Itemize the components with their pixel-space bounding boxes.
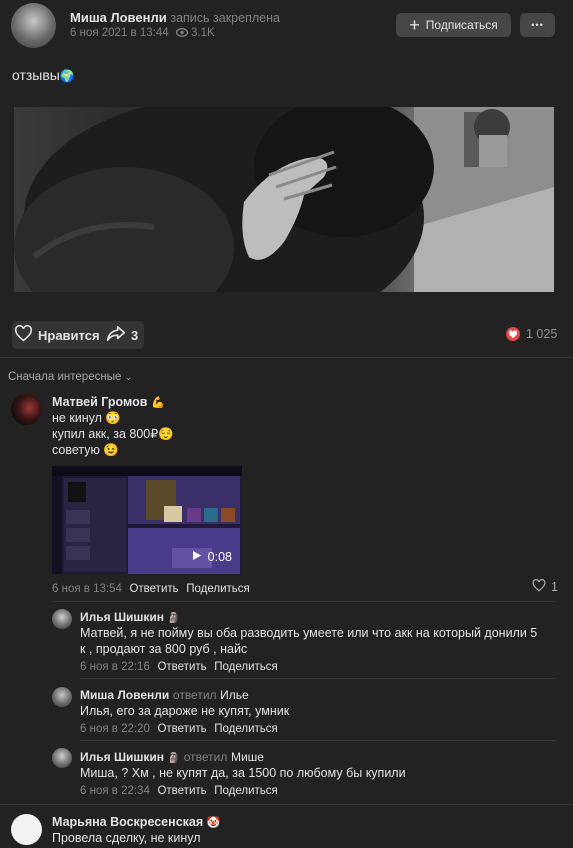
reply-author[interactable]: Илья Шишкин [80,750,164,764]
reply-author[interactable]: Миша Ловенли [80,688,169,702]
replied-to-label: ответил [172,688,217,702]
post-photo[interactable] [14,107,554,292]
replied-to-name[interactable]: Илье [220,688,249,702]
reply-author[interactable]: Илья Шишкин [80,610,164,624]
reply-link[interactable]: Ответить [157,723,206,735]
like-label: Нравится [38,327,100,343]
divider [52,601,556,602]
plus-icon: + [409,15,420,35]
author-emoji: 🗿 [167,753,181,764]
reply-link[interactable]: Ответить [157,785,206,797]
reply-avatar[interactable] [52,687,72,707]
heart-filled-icon [506,327,520,341]
post-text-emoji: 🌍 [59,69,75,83]
comment-line: купил акк, за 800₽😌 [52,427,174,441]
post-date[interactable]: 6 ноя 2021 в 13:44 [70,27,169,39]
share-arrow-icon [106,325,126,345]
reply-avatar[interactable] [52,609,72,629]
comment-author[interactable]: Матвей Громов [52,395,147,409]
like-button[interactable]: Нравится [14,322,100,348]
share-link[interactable]: Поделиться [186,583,250,595]
author-avatar[interactable] [11,3,56,48]
comment-line: советую 😉 [52,443,119,457]
share-button[interactable]: 3 [106,322,142,348]
reply-text: Матвей, я не пойму вы оба разводить умее… [80,626,538,656]
comment-line: не кинул 😳 [52,411,121,425]
heart-outline-icon [532,578,546,595]
more-dots-icon: ••• [531,20,544,30]
reply-date[interactable]: 6 ноя в 22:20 [80,723,150,735]
post-author-name[interactable]: Миша Ловенли [70,10,167,25]
reply-date[interactable]: 6 ноя в 22:34 [80,785,150,797]
comment-like-count: 1 [551,580,558,594]
pinned-label: запись закреплена [170,11,280,25]
post-text: отзывы [12,67,60,83]
eye-icon [175,27,191,39]
chevron-down-icon: ⌄ [124,372,133,382]
subscribe-label: Подписаться [425,18,498,32]
comment-like-button[interactable]: 1 [532,578,558,595]
divider [0,804,573,805]
heart-outline-icon [14,324,33,345]
divider [80,678,556,679]
commenter-avatar[interactable] [11,394,42,425]
replied-to-label: ответил [183,750,228,764]
share-link[interactable]: Поделиться [214,785,278,797]
comment-author[interactable]: Марьяна Воскресенская [52,815,203,829]
sort-label: Сначала интересные [8,371,122,383]
share-count: 3 [131,327,139,343]
video-thumbnail[interactable]: 0:08 [52,466,242,574]
subscribe-button[interactable]: + Подписаться [396,13,511,37]
divider [0,357,573,358]
author-emoji: 💪 [151,397,165,409]
commenter-avatar[interactable] [11,814,42,845]
likes-summary[interactable]: 1 025 [506,327,557,341]
video-duration: 0:08 [207,549,232,564]
reply-avatar[interactable] [52,748,72,768]
comment-text: Провела сделку, не кинул [52,831,201,845]
author-emoji: 🤡 [206,817,221,829]
sort-dropdown[interactable]: Сначала интересные ⌄ [8,371,132,383]
author-emoji: 🗿 [167,613,181,624]
divider [80,740,556,741]
replied-to-name[interactable]: Мише [231,750,264,764]
reply-date[interactable]: 6 ноя в 22:16 [80,661,150,673]
reply-text: Илья, его за дароже не купят, умник [80,704,290,718]
reply-text: Миша, ? Хм , не купят да, за 1500 по люб… [80,766,406,780]
play-icon[interactable] [192,549,202,564]
reply-link[interactable]: Ответить [157,661,206,673]
reply-link[interactable]: Ответить [129,583,178,595]
more-button[interactable]: ••• [520,13,555,37]
comment-date[interactable]: 6 ноя в 13:54 [52,583,122,595]
hug-illustration [14,107,554,292]
share-link[interactable]: Поделиться [214,723,278,735]
views-count: 3.1K [191,27,215,39]
share-link[interactable]: Поделиться [214,661,278,673]
likes-count: 1 025 [526,327,558,341]
